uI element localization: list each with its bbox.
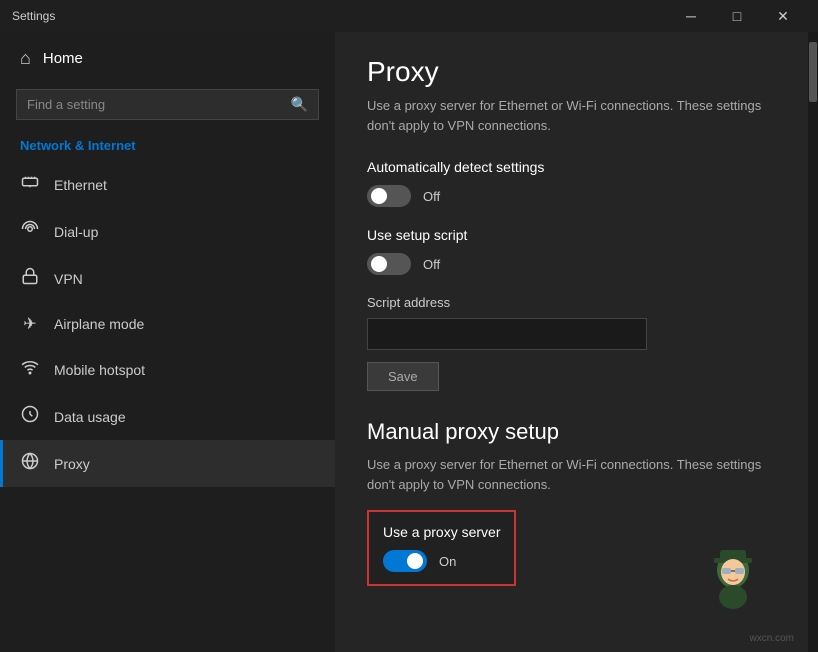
sidebar-item-datausage[interactable]: Data usage (0, 393, 335, 440)
dialup-label: Dial-up (54, 224, 98, 240)
minimize-button[interactable]: ─ (668, 0, 714, 32)
use-proxy-toggle[interactable] (383, 550, 427, 572)
setup-script-label: Use setup script (367, 227, 776, 243)
app-title: Settings (12, 9, 668, 23)
watermark: wxcn.com (750, 633, 794, 644)
sidebar-item-home[interactable]: ⌂ Home (0, 32, 335, 85)
sidebar: ⌂ Home 🔍 Network & Internet Ethernet (0, 32, 335, 652)
hotspot-label: Mobile hotspot (54, 362, 145, 378)
home-label: Home (43, 50, 83, 67)
save-button[interactable]: Save (367, 362, 439, 391)
script-address-label: Script address (367, 295, 776, 310)
content-area: Proxy Use a proxy server for Ethernet or… (335, 32, 808, 652)
setup-script-state: Off (423, 257, 440, 272)
mascot-image (698, 542, 768, 612)
auto-detect-knob (371, 188, 387, 204)
auto-detect-row: Off (367, 185, 776, 207)
maximize-button[interactable]: □ (714, 0, 760, 32)
auto-detect-toggle[interactable] (367, 185, 411, 207)
sidebar-item-hotspot[interactable]: Mobile hotspot (0, 346, 335, 393)
search-input[interactable] (27, 97, 283, 112)
proxy-icon (20, 452, 40, 475)
dialup-icon (20, 220, 40, 243)
auto-detect-state: Off (423, 189, 440, 204)
airplane-label: Airplane mode (54, 316, 144, 332)
datausage-label: Data usage (54, 409, 126, 425)
page-title: Proxy (367, 56, 776, 88)
vpn-icon (20, 267, 40, 290)
use-proxy-label: Use a proxy server (383, 524, 500, 540)
ethernet-label: Ethernet (54, 177, 107, 193)
manual-proxy-title: Manual proxy setup (367, 419, 776, 445)
ethernet-icon (20, 173, 40, 196)
home-icon: ⌂ (20, 48, 31, 69)
manual-description: Use a proxy server for Ethernet or Wi-Fi… (367, 455, 776, 494)
search-box[interactable]: 🔍 (16, 89, 319, 120)
page-description: Use a proxy server for Ethernet or Wi-Fi… (367, 96, 776, 135)
setup-script-row: Off (367, 253, 776, 275)
script-address-input[interactable] (367, 318, 647, 350)
auto-detect-label: Automatically detect settings (367, 159, 776, 175)
sidebar-item-vpn[interactable]: VPN (0, 255, 335, 302)
scrollbar-thumb[interactable] (809, 42, 817, 102)
content-scroll-wrapper: Proxy Use a proxy server for Ethernet or… (335, 32, 818, 652)
setup-script-toggle[interactable] (367, 253, 411, 275)
section-label: Network & Internet (0, 132, 335, 161)
proxy-label: Proxy (54, 456, 90, 472)
use-proxy-knob (407, 553, 423, 569)
setup-script-knob (371, 256, 387, 272)
window-controls: ─ □ ✕ (668, 0, 806, 32)
sidebar-item-ethernet[interactable]: Ethernet (0, 161, 335, 208)
sidebar-item-airplane[interactable]: ✈ Airplane mode (0, 302, 335, 346)
use-proxy-row: On (383, 550, 500, 572)
main-layout: ⌂ Home 🔍 Network & Internet Ethernet (0, 32, 818, 652)
sidebar-item-dialup[interactable]: Dial-up (0, 208, 335, 255)
airplane-icon: ✈ (20, 314, 40, 334)
scrollbar-track[interactable] (808, 32, 818, 652)
vpn-label: VPN (54, 271, 83, 287)
search-icon: 🔍 (291, 96, 308, 113)
hotspot-icon (20, 358, 40, 381)
close-button[interactable]: ✕ (760, 0, 806, 32)
proxy-server-highlight-box: Use a proxy server On (367, 510, 516, 586)
title-bar: Settings ─ □ ✕ (0, 0, 818, 32)
sidebar-item-proxy[interactable]: Proxy (0, 440, 335, 487)
datausage-icon (20, 405, 40, 428)
use-proxy-state: On (439, 554, 456, 569)
